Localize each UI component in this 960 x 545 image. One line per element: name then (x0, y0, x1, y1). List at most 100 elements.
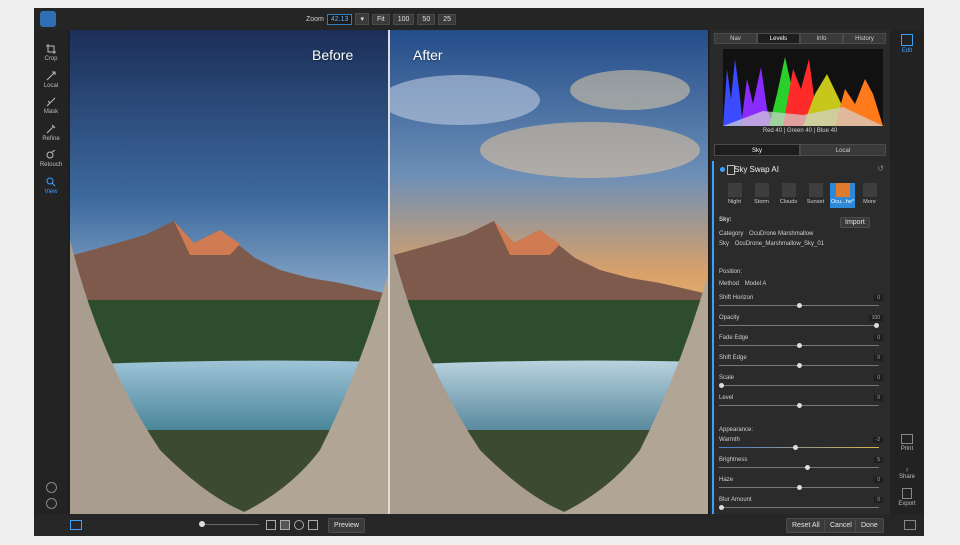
compare-single-icon[interactable] (266, 520, 276, 530)
preview-button[interactable]: Preview (328, 518, 365, 533)
zoom-fit-button[interactable]: Fit (371, 13, 390, 25)
slider-warmth[interactable] (719, 445, 879, 450)
slider-knob[interactable] (797, 403, 802, 408)
zoom-slider[interactable] (199, 521, 259, 527)
zoom-slider-knob[interactable] (199, 521, 205, 527)
method-label: Method (719, 281, 740, 287)
slider-knob[interactable] (719, 383, 724, 388)
category-value[interactable]: OcuDrone Marshmallow (749, 231, 813, 237)
print-label: Print (900, 446, 914, 452)
sky-option-storm[interactable]: Storm (749, 183, 774, 208)
export-button[interactable]: Export (890, 488, 924, 507)
mask-icon (46, 97, 56, 107)
slider-label: Shift Horizon (719, 295, 754, 301)
done-button[interactable]: Done (855, 518, 884, 533)
zoom-100-button[interactable]: 100 (392, 13, 415, 25)
slider-value: 0 (874, 497, 883, 503)
zoom-dropdown-icon[interactable]: ▾ (355, 13, 369, 25)
zoom-25-button[interactable]: 25 (438, 13, 457, 25)
slider-label: Warmth (719, 437, 740, 443)
tab-levels[interactable]: Levels (757, 33, 800, 44)
sky-option-ocudrone[interactable]: Ocu...he* (830, 183, 855, 208)
tool-mask[interactable]: Mask (34, 97, 68, 115)
before-label: Before (312, 47, 354, 63)
slider-brightness[interactable] (719, 465, 879, 470)
edit-module-button[interactable]: Edit (890, 34, 924, 54)
slider-knob[interactable] (797, 363, 802, 368)
zoom-label: Zoom (306, 15, 324, 23)
histogram (723, 49, 883, 126)
zoom-input[interactable]: 42.13 (326, 13, 353, 25)
sky-option-label: Night (727, 199, 742, 205)
slider-knob[interactable] (797, 343, 802, 348)
slider-shift-horizon[interactable] (719, 303, 879, 308)
tool-retouch[interactable]: Retouch (34, 150, 68, 168)
photo-editor-window: Zoom 42.13 ▾ Fit 100 50 25 Crop Local Ma… (34, 8, 924, 536)
more-icon (862, 183, 877, 197)
compare-split-icon[interactable] (280, 520, 290, 530)
sunset-icon (808, 183, 823, 197)
reset-all-button[interactable]: Reset All (786, 518, 826, 533)
tool-refine[interactable]: Refine (34, 124, 68, 142)
tool-local[interactable]: Local (34, 71, 68, 89)
print-button[interactable]: Print (890, 434, 924, 452)
position-label: Position: (719, 269, 743, 275)
slider-value: 0 (874, 375, 883, 381)
share-button[interactable]: › Share (890, 464, 924, 480)
compare-side-icon[interactable] (308, 520, 318, 530)
slider-blur-amount[interactable] (719, 505, 879, 510)
slider-opacity[interactable] (719, 323, 879, 328)
sky-option-label: Clouds (779, 199, 798, 205)
compare-mode-icons[interactable] (266, 520, 318, 530)
tab-info[interactable]: Info (800, 33, 843, 44)
tab-history[interactable]: History (843, 33, 886, 44)
slider-haze[interactable] (719, 485, 879, 490)
filmstrip-toggle-icon[interactable] (70, 520, 82, 530)
help-person-icon[interactable] (46, 482, 57, 493)
clouds-icon (781, 183, 796, 197)
sky-option-label: Storm (754, 199, 769, 205)
slider-knob[interactable] (797, 485, 802, 490)
slider-fade-edge[interactable] (719, 343, 879, 348)
tool-crop[interactable]: Crop (34, 44, 68, 62)
right-rail: Edit Print › Share Export (890, 30, 924, 514)
zoom-50-button[interactable]: 50 (417, 13, 436, 25)
share-label: Share (898, 474, 915, 480)
slider-value: 0 (874, 335, 883, 341)
slider-label: Haze (719, 477, 734, 483)
help-icon[interactable] (46, 498, 57, 509)
slider-shift-edge[interactable] (719, 363, 879, 368)
slider-knob[interactable] (719, 505, 724, 510)
sky-option-sunset[interactable]: Sunset (803, 183, 828, 208)
ocudrone-icon (835, 183, 850, 197)
import-button[interactable]: Import (840, 217, 870, 228)
slider-level[interactable] (719, 403, 879, 408)
tab-local[interactable]: Local (800, 144, 886, 156)
method-value[interactable]: Model A (745, 281, 767, 287)
image-canvas[interactable]: Before After (70, 30, 708, 514)
slider-scale[interactable] (719, 383, 879, 388)
panel-toggle-icon[interactable] (904, 520, 916, 530)
sky-option-night[interactable]: Night (722, 183, 747, 208)
bottom-bar: Preview Reset All Cancel Done (34, 514, 924, 536)
sky-row: Sky OcuDrone_Marshmallow_Sky_01 (719, 241, 824, 247)
slider-knob[interactable] (797, 303, 802, 308)
slider-knob[interactable] (793, 445, 798, 450)
sky-value[interactable]: OcuDrone_Marshmallow_Sky_01 (735, 241, 824, 247)
tool-crop-label: Crop (44, 56, 58, 62)
sky-swap-module: Sky Swap AI ↺ Night Storm Clouds Sunset … (712, 161, 890, 514)
compare-circle-icon[interactable] (294, 520, 304, 530)
slider-knob[interactable] (805, 465, 810, 470)
retouch-icon (46, 150, 56, 159)
histogram-readout: Red 40 | Green 40 | Blue 40 (762, 128, 838, 134)
cancel-button[interactable]: Cancel (824, 518, 858, 533)
slider-knob[interactable] (874, 323, 879, 328)
tool-view[interactable]: View (34, 177, 68, 195)
tab-sky[interactable]: Sky (714, 144, 800, 156)
sky-option-clouds[interactable]: Clouds (776, 183, 801, 208)
slider-label: Opacity (719, 315, 740, 321)
module-reset-icon[interactable]: ↺ (877, 164, 884, 173)
sky-option-more[interactable]: More (857, 183, 882, 208)
tab-nav[interactable]: Nav (714, 33, 757, 44)
module-enable-dot[interactable] (720, 167, 725, 172)
